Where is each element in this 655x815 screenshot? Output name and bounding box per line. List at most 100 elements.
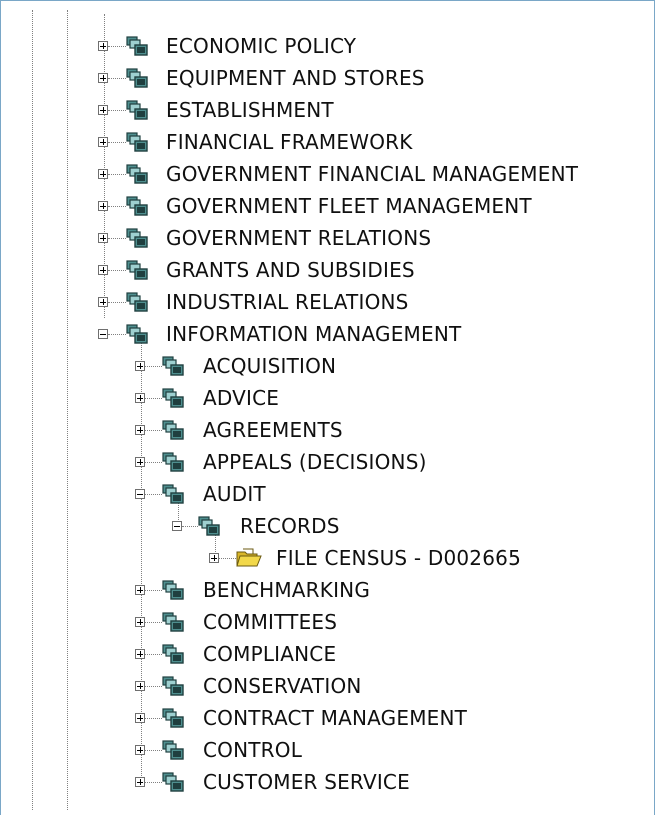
tree-connector-line bbox=[108, 270, 126, 271]
expand-plus-icon[interactable] bbox=[98, 201, 108, 211]
tree-connector-line bbox=[145, 366, 162, 367]
tree-connector-line bbox=[145, 718, 162, 719]
tree-item-label: CONTROL bbox=[203, 738, 303, 762]
expand-plus-icon[interactable] bbox=[135, 457, 145, 467]
expand-plus-icon[interactable] bbox=[135, 585, 145, 595]
expand-plus-icon[interactable] bbox=[135, 777, 145, 787]
expand-plus-icon[interactable] bbox=[98, 169, 108, 179]
tree-item-industrial-relations[interactable]: INDUSTRIAL RELATIONS bbox=[0, 286, 655, 318]
group-icon bbox=[126, 324, 148, 344]
group-icon bbox=[162, 388, 184, 408]
tree-connector-line bbox=[145, 590, 162, 591]
tree-item-label: GOVERNMENT RELATIONS bbox=[166, 226, 432, 250]
folder-icon bbox=[236, 548, 262, 568]
tree-connector-line bbox=[108, 238, 126, 239]
group-icon bbox=[162, 676, 184, 696]
tree-item-records[interactable]: RECORDS bbox=[0, 510, 655, 542]
expand-plus-icon[interactable] bbox=[98, 297, 108, 307]
tree-item-label: CONTRACT MANAGEMENT bbox=[203, 706, 468, 730]
tree-item-economic-policy[interactable]: ECONOMIC POLICY bbox=[0, 30, 655, 62]
tree-item-label: EQUIPMENT AND STORES bbox=[166, 66, 425, 90]
tree-item-label: COMPLIANCE bbox=[203, 642, 337, 666]
tree-item-committees[interactable]: COMMITTEES bbox=[0, 606, 655, 638]
tree-connector-line bbox=[145, 494, 162, 495]
group-icon bbox=[162, 484, 184, 504]
tree-item-label: GRANTS AND SUBSIDIES bbox=[166, 258, 415, 282]
expand-plus-icon[interactable] bbox=[98, 265, 108, 275]
expand-plus-icon[interactable] bbox=[135, 425, 145, 435]
expand-plus-icon[interactable] bbox=[98, 41, 108, 51]
tree-connector-line bbox=[108, 78, 126, 79]
expand-plus-icon[interactable] bbox=[135, 617, 145, 627]
group-icon bbox=[162, 612, 184, 632]
tree-connector-line bbox=[145, 430, 162, 431]
tree-connector-line bbox=[182, 526, 198, 527]
tree-item-acquisition[interactable]: ACQUISITION bbox=[0, 350, 655, 382]
tree-item-benchmarking[interactable]: BENCHMARKING bbox=[0, 574, 655, 606]
tree-item-government-fleet-management[interactable]: GOVERNMENT FLEET MANAGEMENT bbox=[0, 190, 655, 222]
group-icon bbox=[126, 260, 148, 280]
tree-connector-line bbox=[145, 686, 162, 687]
tree-item-file-census-d002665[interactable]: FILE CENSUS - D002665 bbox=[0, 542, 655, 574]
tree-item-equipment-and-stores[interactable]: EQUIPMENT AND STORES bbox=[0, 62, 655, 94]
group-icon bbox=[126, 164, 148, 184]
group-icon bbox=[162, 580, 184, 600]
collapse-minus-icon[interactable] bbox=[172, 521, 182, 531]
expand-plus-icon[interactable] bbox=[98, 233, 108, 243]
expand-plus-icon[interactable] bbox=[135, 745, 145, 755]
expand-plus-icon[interactable] bbox=[135, 681, 145, 691]
tree-item-establishment[interactable]: ESTABLISHMENT bbox=[0, 94, 655, 126]
tree-item-agreements[interactable]: AGREEMENTS bbox=[0, 414, 655, 446]
tree-item-label: COMMITTEES bbox=[203, 610, 338, 634]
tree-item-label: FINANCIAL FRAMEWORK bbox=[166, 130, 413, 154]
collapse-minus-icon[interactable] bbox=[135, 489, 145, 499]
tree-connector-line bbox=[108, 110, 126, 111]
group-icon bbox=[126, 68, 148, 88]
tree-item-label: ACQUISITION bbox=[203, 354, 337, 378]
tree-item-label: CUSTOMER SERVICE bbox=[203, 770, 410, 794]
tree-connector-line bbox=[108, 142, 126, 143]
tree-connector-line bbox=[108, 302, 126, 303]
tree-connector-line bbox=[219, 558, 236, 559]
tree-item-label: GOVERNMENT FINANCIAL MANAGEMENT bbox=[166, 162, 579, 186]
expand-plus-icon[interactable] bbox=[209, 553, 219, 563]
expand-plus-icon[interactable] bbox=[98, 105, 108, 115]
group-icon bbox=[126, 100, 148, 120]
expand-plus-icon[interactable] bbox=[98, 137, 108, 147]
tree-item-label: INFORMATION MANAGEMENT bbox=[166, 322, 462, 346]
tree-item-advice[interactable]: ADVICE bbox=[0, 382, 655, 414]
tree-item-government-relations[interactable]: GOVERNMENT RELATIONS bbox=[0, 222, 655, 254]
tree-item-information-management[interactable]: INFORMATION MANAGEMENT bbox=[0, 318, 655, 350]
expand-plus-icon[interactable] bbox=[135, 713, 145, 723]
tree-item-label: INDUSTRIAL RELATIONS bbox=[166, 290, 409, 314]
expand-plus-icon[interactable] bbox=[98, 73, 108, 83]
expand-plus-icon[interactable] bbox=[135, 361, 145, 371]
tree-item-government-financial-management[interactable]: GOVERNMENT FINANCIAL MANAGEMENT bbox=[0, 158, 655, 190]
tree-item-conservation[interactable]: CONSERVATION bbox=[0, 670, 655, 702]
tree-connector-line bbox=[145, 750, 162, 751]
tree-item-label: AUDIT bbox=[203, 482, 266, 506]
tree-item-grants-and-subsidies[interactable]: GRANTS AND SUBSIDIES bbox=[0, 254, 655, 286]
group-icon bbox=[126, 228, 148, 248]
tree-item-financial-framework[interactable]: FINANCIAL FRAMEWORK bbox=[0, 126, 655, 158]
collapse-minus-icon[interactable] bbox=[98, 329, 108, 339]
tree-item-control[interactable]: CONTROL bbox=[0, 734, 655, 766]
tree-item-compliance[interactable]: COMPLIANCE bbox=[0, 638, 655, 670]
tree-item-label: CONSERVATION bbox=[203, 674, 362, 698]
expand-plus-icon[interactable] bbox=[135, 393, 145, 403]
tree-item-appeals-decisions[interactable]: APPEALS (DECISIONS) bbox=[0, 446, 655, 478]
group-icon bbox=[162, 356, 184, 376]
tree-item-label: FILE CENSUS - D002665 bbox=[276, 546, 522, 570]
tree-item-customer-service[interactable]: CUSTOMER SERVICE bbox=[0, 766, 655, 798]
tree-connector-line bbox=[145, 462, 162, 463]
expand-plus-icon[interactable] bbox=[135, 649, 145, 659]
tree-item-label: RECORDS bbox=[240, 514, 340, 538]
tree-item-contract-management[interactable]: CONTRACT MANAGEMENT bbox=[0, 702, 655, 734]
tree-item-label: AGREEMENTS bbox=[203, 418, 343, 442]
group-icon bbox=[162, 420, 184, 440]
tree-item-audit[interactable]: AUDIT bbox=[0, 478, 655, 510]
tree-connector-line bbox=[108, 174, 126, 175]
group-icon bbox=[162, 740, 184, 760]
group-icon bbox=[126, 132, 148, 152]
tree-item-label: GOVERNMENT FLEET MANAGEMENT bbox=[166, 194, 532, 218]
